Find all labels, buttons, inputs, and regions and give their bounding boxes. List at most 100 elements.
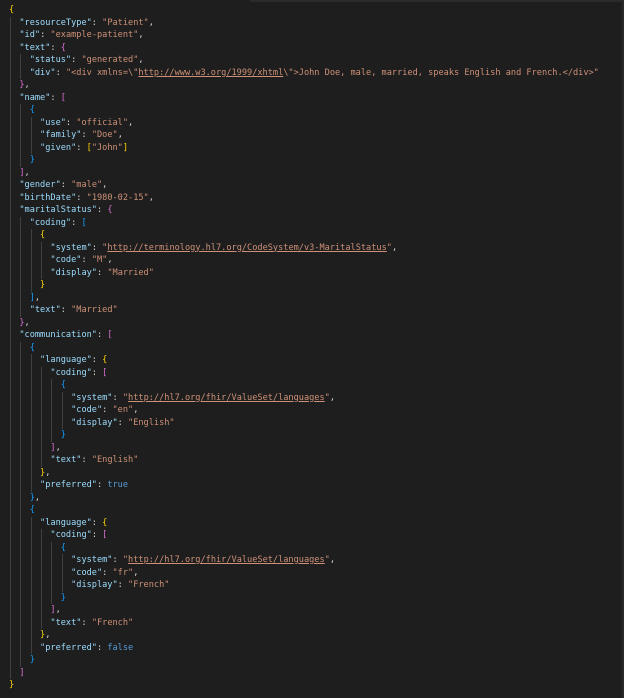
code-line[interactable]: ],: [9, 292, 40, 305]
code-line[interactable]: "language": {: [9, 517, 107, 530]
code-line[interactable]: "preferred": false: [9, 642, 133, 655]
code-line[interactable]: "coding": [: [9, 217, 87, 230]
code-token: "given": [40, 142, 77, 153]
code-line[interactable]: "display": "French": [9, 579, 169, 592]
code-token: "birthDate": [19, 192, 77, 203]
code-line[interactable]: "family": "Doe",: [9, 129, 123, 142]
code-line[interactable]: "birthDate": "1980-02-15",: [9, 192, 154, 205]
code-line[interactable]: "div": "<div xmlns=\"http://www.w3.org/1…: [9, 67, 599, 80]
code-token: \">John Doe, male, married, speaks Engli…: [283, 67, 599, 78]
code-token: :: [91, 17, 103, 28]
code-line[interactable]: "resourceType": "Patient",: [9, 17, 154, 30]
code-token: :: [71, 55, 82, 65]
code-line[interactable]: },: [9, 492, 40, 505]
code-line[interactable]: "text": "Married": [9, 304, 118, 317]
code-line[interactable]: ],: [9, 167, 29, 180]
code-line[interactable]: "coding": [: [9, 529, 107, 542]
code-line[interactable]: "gender": "male",: [9, 179, 107, 192]
code-line[interactable]: },: [9, 467, 50, 480]
code-token: "id": [19, 30, 41, 40]
code-token: :: [91, 530, 103, 540]
code-line[interactable]: "system": "http://hl7.org/fhir/ValueSet/…: [9, 554, 335, 567]
code-line[interactable]: }: [9, 679, 14, 692]
code-token: :: [81, 455, 92, 465]
code-token: {: [102, 355, 108, 365]
code-line[interactable]: "id": "example-patient",: [9, 29, 143, 42]
code-line[interactable]: "display": "English": [9, 417, 175, 430]
code-link[interactable]: http://hl7.org/fhir/ValueSet/languages: [128, 393, 325, 403]
code-token: "coding": [50, 530, 92, 540]
code-line[interactable]: }: [9, 429, 66, 442]
code-line[interactable]: "code": "M",: [9, 254, 112, 267]
code-line[interactable]: },: [9, 629, 50, 642]
code-token: ,: [117, 130, 123, 140]
code-line[interactable]: },: [9, 79, 29, 92]
code-line[interactable]: "system": "http://hl7.org/fhir/ValueSet/…: [9, 392, 335, 405]
code-line[interactable]: }: [9, 592, 66, 605]
code-editor[interactable]: { "resourceType": "Patient", "id": "exam…: [0, 0, 624, 698]
code-line[interactable]: "text": {: [9, 42, 66, 55]
code-line[interactable]: "communication": [: [9, 329, 112, 342]
code-line[interactable]: ],: [9, 442, 60, 455]
code-token: "Married": [71, 305, 118, 315]
code-line[interactable]: "code": "en",: [9, 404, 138, 417]
code-line[interactable]: "name": [: [9, 92, 66, 105]
code-line[interactable]: ]: [9, 667, 24, 680]
code-line[interactable]: ],: [9, 604, 60, 617]
code-token: :: [117, 580, 129, 590]
code-token: :: [117, 417, 129, 428]
code-line[interactable]: {: [9, 504, 35, 517]
code-token: :: [102, 405, 113, 415]
code-line[interactable]: "text": "English": [9, 454, 138, 467]
code-line[interactable]: }: [9, 279, 45, 292]
code-token: :: [40, 30, 51, 40]
code-link[interactable]: http://www.w3.org/1999/xhtml: [138, 68, 283, 78]
code-line[interactable]: {: [9, 379, 66, 392]
code-token: :: [91, 242, 103, 253]
code-line[interactable]: "system": "http://terminology.hl7.org/Co…: [9, 242, 397, 255]
code-line[interactable]: }: [9, 654, 35, 667]
code-token: "English": [128, 417, 175, 428]
code-line[interactable]: "language": {: [9, 354, 107, 367]
code-line[interactable]: },: [9, 317, 30, 330]
code-token: :: [50, 42, 61, 53]
code-token: {: [60, 542, 66, 553]
code-token: {: [29, 505, 35, 515]
code-link[interactable]: http://terminology.hl7.org/CodeSystem/v3…: [107, 243, 386, 253]
code-line[interactable]: "coding": [: [9, 367, 107, 380]
code-line[interactable]: "preferred": true: [9, 479, 128, 492]
code-link[interactable]: http://hl7.org/fhir/ValueSet/languages: [128, 555, 325, 565]
code-line[interactable]: {: [9, 542, 66, 555]
code-line[interactable]: "use": "official",: [9, 117, 133, 130]
code-token: "gender": [19, 180, 61, 190]
code-line[interactable]: "text": "French": [9, 617, 133, 630]
code-token: "communication": [19, 330, 97, 340]
code-line[interactable]: }: [9, 154, 35, 167]
code-line[interactable]: "status": "generated",: [9, 54, 144, 67]
code-token: ,: [24, 317, 30, 328]
code-line[interactable]: "given": ["John"]: [9, 142, 128, 155]
code-line[interactable]: "code": "fr",: [9, 567, 138, 580]
code-line[interactable]: "maritalStatus": {: [9, 204, 112, 217]
code-line[interactable]: "display": "Married": [9, 267, 154, 280]
code-token: "Married": [107, 267, 154, 278]
editor-top-border: [0, 0, 624, 2]
code-token: }: [60, 592, 66, 603]
code-line[interactable]: {: [9, 4, 14, 17]
code-token: "text": [19, 42, 51, 53]
code-line[interactable]: {: [9, 229, 45, 242]
code-token: false: [107, 642, 134, 653]
code-line[interactable]: {: [9, 342, 35, 355]
code-token: :: [81, 255, 92, 265]
code-line[interactable]: {: [9, 104, 35, 117]
